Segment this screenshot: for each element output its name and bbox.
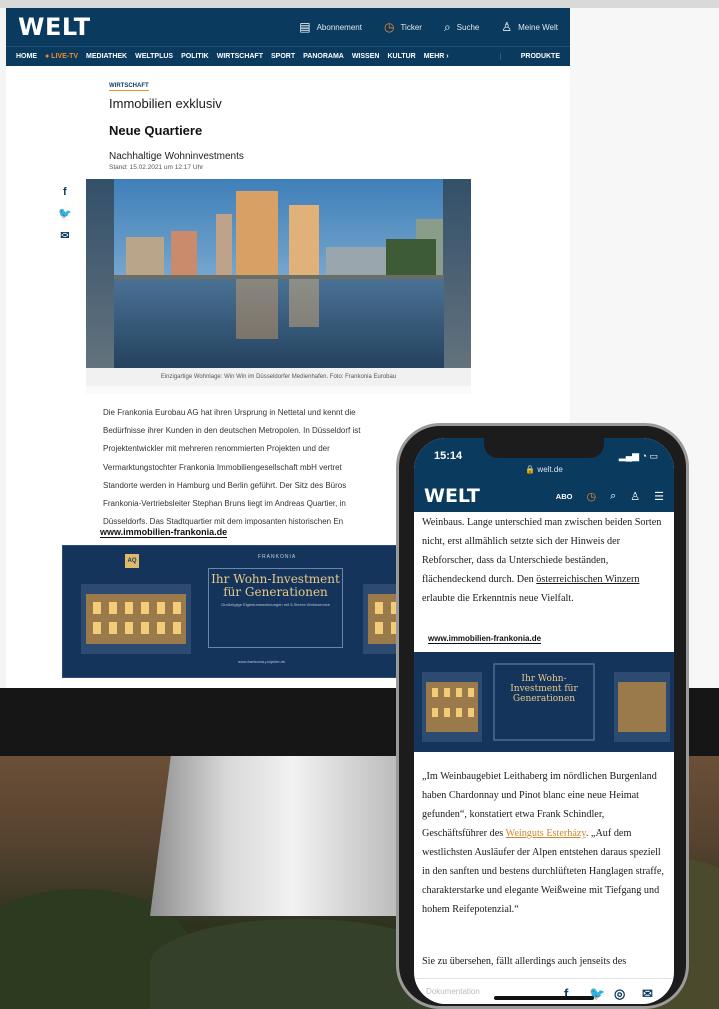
- desktop-header: WELT ▤ Abonnement ◷ Ticker ⌕ Suche ♙ Meine W…: [6, 8, 570, 46]
- menu-icon[interactable]: ☰: [654, 490, 664, 503]
- nav-panorama[interactable]: PANORAMA: [303, 53, 344, 60]
- article-teaser: Nachhaltige Wohninvestments: [109, 151, 244, 162]
- article-paragraph: Weinbaus. Lange unterschied man zwischen…: [422, 513, 668, 608]
- nav-sport[interactable]: SPORT: [271, 53, 295, 60]
- signal-wifi-battery-icon: ▂▄▆ ◔ ▭: [618, 451, 658, 461]
- historic-building-illustration: [81, 584, 191, 654]
- search-icon: ⌕: [443, 19, 451, 34]
- phone-screen: 15:14 ▂▄▆ ◔ ▭ 🔒 welt.de WELT ABO ◷ ⌕ ♙ ☰…: [414, 438, 674, 1004]
- paragraph-text: erlaubte die Erkenntnis neue Vielfalt.: [422, 593, 574, 604]
- mobile-ad-banner[interactable]: Ihr Wohn-Investment für Generationen: [414, 652, 674, 752]
- meine-welt-link[interactable]: ♙ Meine Welt: [501, 20, 558, 34]
- article-date: Stand: 15.02.2021 um 12:17 Uhr: [109, 164, 204, 171]
- clock: 15:14: [434, 450, 463, 462]
- frankonia-link[interactable]: www.immobilien-frankonia.de: [100, 527, 228, 538]
- mobile-header: WELT ABO ◷ ⌕ ♙ ☰: [414, 480, 674, 512]
- nav-kultur[interactable]: KULTUR: [387, 53, 415, 60]
- photo-caption: Einzigartige Wohnlage: Win Win im Düssel…: [86, 368, 471, 386]
- mockup-stage: WELT ▤ Abonnement ◷ Ticker ⌕ Suche ♙ Meine W…: [0, 0, 719, 1009]
- ad-subline: Großzügige Eigentumswohnungen mit 5-Ster…: [221, 602, 330, 607]
- phone-notch: [484, 438, 604, 458]
- nav-weltplus[interactable]: WELTPLUS: [135, 53, 173, 60]
- nav-produkte[interactable]: PRODUKTE: [499, 53, 560, 60]
- utility-nav: ▤ Abonnement ◷ Ticker ⌕ Suche ♙ Meine Welt: [299, 20, 558, 35]
- body-line: Bedürfnisse ihrer Kunden in den deutsche…: [103, 426, 361, 436]
- frankonia-link[interactable]: www.immobilien-frankonia.de: [428, 634, 542, 644]
- body-line: Frankonia-Vertriebsleiter Stephan Bruns …: [103, 499, 346, 509]
- ticker-link[interactable]: ◷ Ticker: [384, 20, 422, 34]
- body-line: Die Frankonia Eurobau AG hat ihren Urspr…: [103, 408, 356, 417]
- share-bar: f 🐦 ✉: [58, 186, 72, 242]
- monitor-stand: [150, 756, 410, 916]
- welt-logo[interactable]: WELT: [424, 485, 480, 507]
- body-line: Vermarktungstochter Frankonia Immobilien…: [103, 462, 342, 472]
- body-line: Projektentwickler mit mehreren renommier…: [103, 444, 330, 454]
- home-indicator: [494, 996, 594, 1000]
- paragraph-text: Sie zu übersehen, fällt allerdings auch …: [422, 956, 627, 967]
- article-kicker[interactable]: WIRTSCHAFT: [109, 83, 149, 91]
- main-nav: HOME ● LIVE-TV MEDIATHEK WELTPLUS POLITI…: [6, 46, 570, 66]
- url-host[interactable]: 🔒 welt.de: [414, 465, 674, 474]
- ticker-icon: ◷: [383, 20, 395, 34]
- ticker-icon[interactable]: ◷: [586, 490, 596, 503]
- esterhazy-link[interactable]: Weinguts Esterházy: [506, 828, 586, 839]
- nav-wirtschaft[interactable]: WIRTSCHAFT: [217, 53, 263, 60]
- search-link[interactable]: ⌕ Suche: [444, 20, 479, 35]
- user-icon[interactable]: ♙: [630, 490, 640, 503]
- nav-live-tv[interactable]: ● LIVE-TV: [45, 53, 78, 60]
- nav-home[interactable]: HOME: [16, 53, 37, 60]
- nav-mehr[interactable]: MEHR ›: [424, 53, 449, 60]
- aq-badge: AQ: [125, 554, 139, 568]
- article-body: Die Frankonia Eurobau AG hat ihren Urspr…: [103, 404, 413, 531]
- frankonia-ad-banner[interactable]: AQ FRANKONIA Ihr Wohn-Investment für Gen…: [62, 545, 402, 678]
- mail-icon[interactable]: ✉: [642, 986, 653, 1002]
- ad-url: www.frankonia-projekte.de: [238, 659, 286, 664]
- bottom-share-bar: Dokumentation f 🐦 ◎ ✉: [414, 978, 674, 1004]
- harbour-photo: [86, 179, 471, 369]
- winzern-link[interactable]: österreichischen Winzern: [536, 574, 639, 585]
- mobile-header-icons: ABO ◷ ⌕ ♙ ☰: [556, 490, 664, 503]
- article-header: WIRTSCHAFT Immobilien exklusiv Neue Quar…: [109, 74, 449, 171]
- ad-headline-box: Ihr Wohn-Investment für Generationen Gro…: [208, 568, 343, 648]
- facebook-icon[interactable]: f: [63, 186, 67, 198]
- article-headline: Neue Quartiere: [109, 123, 203, 138]
- nav-politik[interactable]: POLITIK: [181, 53, 209, 60]
- ad-title: Ihr Wohn-Investment für Generationen: [211, 572, 340, 599]
- ad-title: Ihr Wohn-Investment für Generationen: [510, 674, 578, 704]
- twitter-icon[interactable]: 🐦: [58, 207, 72, 220]
- paragraph-text: . „Auf dem westlichsten Ausläufer der Al…: [422, 828, 664, 915]
- welt-logo[interactable]: WELT: [18, 13, 91, 41]
- user-icon: ♙: [501, 20, 513, 34]
- smartphone-mockup: 15:14 ▂▄▆ ◔ ▭ 🔒 welt.de WELT ABO ◷ ⌕ ♙ ☰…: [396, 423, 689, 1009]
- whatsapp-icon[interactable]: ◎: [614, 986, 625, 1002]
- top-strip: [0, 0, 719, 8]
- article-subtitle: Immobilien exklusiv: [109, 96, 222, 111]
- ad-artwork: AQ FRANKONIA Ihr Wohn-Investment für Gen…: [63, 546, 401, 677]
- article-paragraph: „Im Weinbaugebiet Leithaberg im nördlich…: [422, 767, 668, 919]
- nav-wissen[interactable]: WISSEN: [352, 53, 380, 60]
- body-line: Standorte werden in Hamburg und Berlin g…: [103, 480, 347, 490]
- newspaper-icon: ▤: [299, 20, 311, 34]
- bottom-placeholder: Dokumentation: [426, 987, 480, 996]
- article-photo[interactable]: [86, 179, 471, 394]
- abo-link[interactable]: ABO: [556, 492, 573, 501]
- ad-brand: FRANKONIA: [258, 554, 297, 560]
- mail-icon[interactable]: ✉: [60, 229, 69, 242]
- search-icon[interactable]: ⌕: [610, 490, 616, 503]
- article-paragraph: Sie zu übersehen, fällt allerdings auch …: [422, 952, 668, 971]
- nav-mediathek[interactable]: MEDIATHEK: [86, 53, 127, 60]
- abonnement-link[interactable]: ▤ Abonnement: [299, 20, 362, 34]
